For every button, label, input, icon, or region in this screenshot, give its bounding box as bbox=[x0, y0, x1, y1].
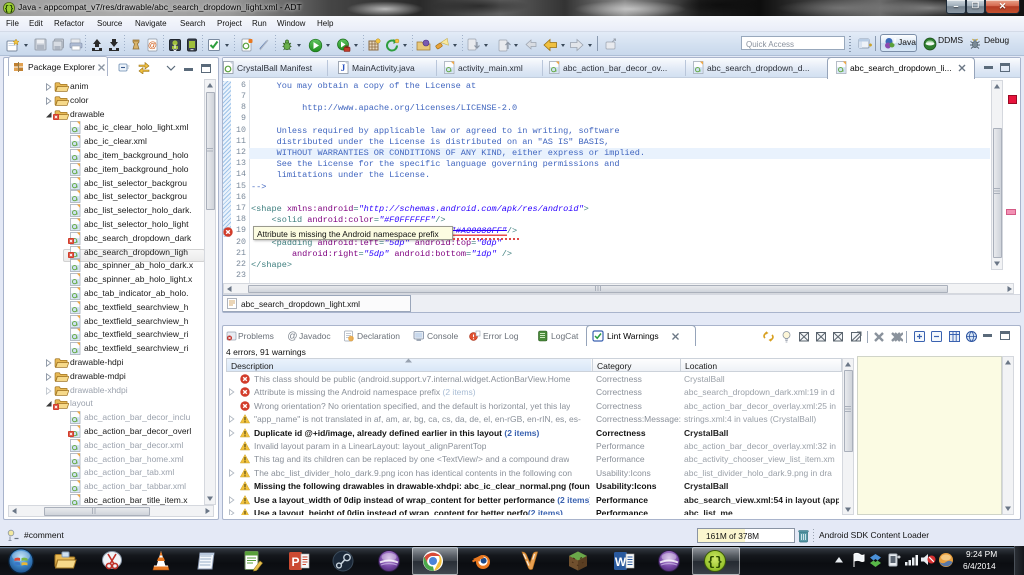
svg-text:J: J bbox=[893, 37, 897, 46]
svg-text:{}: {} bbox=[4, 5, 14, 14]
svg-text:W: W bbox=[615, 555, 627, 569]
svg-text:{}: {} bbox=[707, 555, 723, 570]
svg-text:@: @ bbox=[148, 40, 157, 50]
svg-text:J: J bbox=[341, 63, 346, 73]
svg-text:@: @ bbox=[287, 331, 297, 342]
svg-text:P: P bbox=[291, 555, 299, 569]
